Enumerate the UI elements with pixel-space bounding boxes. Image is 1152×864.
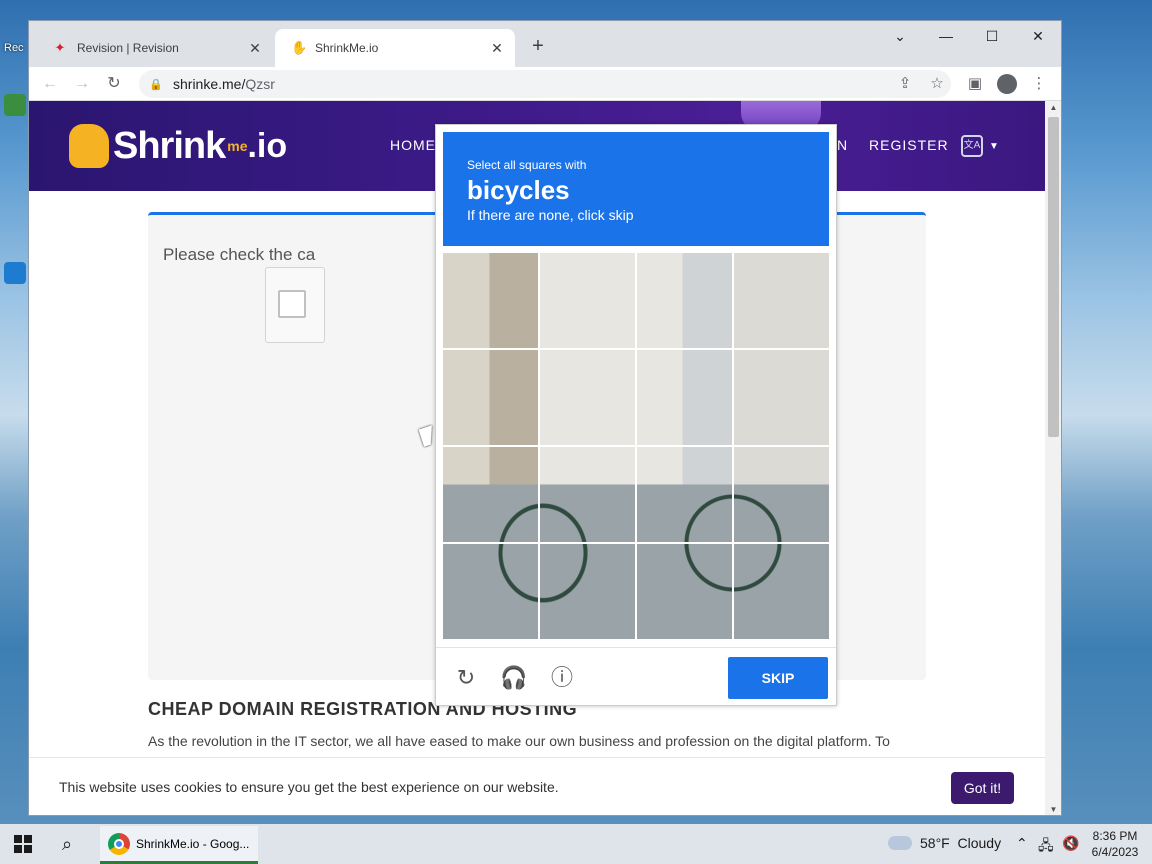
scroll-thumb[interactable]: [1048, 117, 1059, 437]
maximize-button[interactable]: ☐: [969, 21, 1015, 51]
image-tile[interactable]: [540, 544, 635, 639]
minimize-button[interactable]: —: [923, 21, 969, 51]
section-text: As the revolution in the IT sector, we a…: [148, 733, 890, 749]
share-icon[interactable]: ⇪: [893, 72, 917, 96]
image-tile[interactable]: [443, 253, 538, 348]
tab-close-icon[interactable]: ✕: [489, 40, 505, 57]
tray-chevron-icon[interactable]: ⌃: [1016, 835, 1028, 852]
browser-toolbar: ← → ↻ 🔒 shrinke.me/Qzsr ⇪ ☆ ▣ ⋮: [29, 67, 1061, 101]
challenge-image-grid: [443, 253, 829, 639]
volume-muted-icon[interactable]: 🔇: [1062, 835, 1079, 852]
forward-arrow-icon[interactable]: →: [69, 71, 95, 97]
reload-challenge-icon[interactable]: ↻: [452, 664, 480, 692]
new-tab-button[interactable]: +: [527, 35, 549, 57]
tab-close-icon[interactable]: ✕: [247, 40, 263, 57]
shrinkme-logo[interactable]: Shrink me .io: [69, 121, 287, 171]
captcha-challenge: Select all squares with bicycles If ther…: [435, 124, 837, 706]
address-bar[interactable]: 🔒 shrinke.me/Qzsr: [139, 70, 951, 98]
desktop-icon-recycle-bin[interactable]: Rec: [4, 42, 30, 54]
reload-icon[interactable]: ↻: [101, 71, 127, 97]
tab-revision[interactable]: ✦ Revision | Revision ✕: [37, 29, 273, 67]
profile-avatar-icon[interactable]: [995, 72, 1019, 96]
chrome-desktop-icon: [4, 94, 26, 116]
info-icon[interactable]: ⓘ: [548, 664, 576, 692]
tab-shrinkme[interactable]: ✋ ShrinkMe.io ✕: [275, 29, 515, 67]
weather-widget[interactable]: 58°F Cloudy: [888, 835, 1001, 851]
logo-word: Shrink: [113, 124, 226, 167]
audio-challenge-icon[interactable]: 🎧: [500, 664, 528, 692]
page-scrollbar[interactable]: ▲ ▼: [1045, 101, 1061, 815]
instruction-line3: If there are none, click skip: [467, 207, 634, 223]
check-captcha-text: Please check the ca: [163, 245, 316, 264]
search-icon[interactable]: ⌕: [62, 834, 72, 855]
hand-logo-icon: [69, 124, 109, 168]
recaptcha-checkbox[interactable]: [278, 290, 306, 318]
challenge-footer: ↻ 🎧 ⓘ SKIP: [436, 647, 836, 705]
desktop-icon-chrome[interactable]: [4, 94, 30, 118]
image-tile[interactable]: [540, 253, 635, 348]
image-tile[interactable]: [734, 544, 829, 639]
cloud-icon: [888, 836, 912, 850]
scroll-up-icon[interactable]: ▲: [1045, 101, 1061, 115]
back-arrow-icon[interactable]: ←: [37, 71, 63, 97]
image-tile[interactable]: [637, 447, 732, 542]
lock-icon: 🔒: [149, 78, 163, 91]
clock-date: 6/4/2023: [1091, 845, 1139, 859]
logo-me: me: [227, 138, 248, 154]
target-object: bicycles: [467, 175, 570, 205]
logo-io: .io: [247, 126, 288, 165]
nav-login[interactable]: N: [837, 137, 848, 153]
scroll-down-icon[interactable]: ▼: [1045, 803, 1061, 815]
challenge-header: Select all squares with bicycles If ther…: [443, 132, 829, 246]
translate-icon[interactable]: 文A: [961, 135, 983, 157]
tab-title: ShrinkMe.io: [315, 41, 379, 55]
image-tile[interactable]: [637, 544, 732, 639]
windows-start-icon[interactable]: [14, 835, 32, 853]
temperature: 58°F: [920, 835, 950, 851]
tab-strip: ✦ Revision | Revision ✕ ✋ ShrinkMe.io ✕ …: [29, 21, 1061, 67]
revision-favicon-icon: ✦: [54, 40, 66, 55]
image-tile[interactable]: [637, 253, 732, 348]
system-clock[interactable]: 8:36 PM 6/4/2023: [1084, 828, 1146, 860]
cookie-banner: This website uses cookies to ensure you …: [29, 757, 1045, 815]
image-tile[interactable]: [443, 350, 538, 445]
desktop-icon-edge[interactable]: [4, 262, 30, 286]
image-tile[interactable]: [734, 447, 829, 542]
instruction-line1: Select all squares with: [467, 158, 587, 172]
image-tile[interactable]: [540, 350, 635, 445]
taskbar: ⌕ ShrinkMe.io - Goog... 58°F Cloudy ⌃ 🖧 …: [0, 824, 1152, 864]
image-tile[interactable]: [443, 544, 538, 639]
skip-button[interactable]: SKIP: [728, 657, 828, 699]
clock-time: 8:36 PM: [1092, 829, 1138, 843]
edge-desktop-icon: [4, 262, 26, 284]
cookie-accept-button[interactable]: Got it!: [951, 772, 1014, 804]
image-tile[interactable]: [637, 350, 732, 445]
image-tile[interactable]: [443, 447, 538, 542]
taskbar-chrome-app[interactable]: ShrinkMe.io - Goog...: [100, 826, 258, 864]
nav-home[interactable]: HOME: [390, 137, 436, 153]
weather-condition: Cloudy: [957, 835, 1002, 851]
chrome-icon: [108, 832, 130, 855]
image-tile[interactable]: [540, 447, 635, 542]
tab-title: Revision | Revision: [77, 41, 179, 55]
shrinkme-favicon-icon: ✋: [291, 40, 308, 55]
image-tile[interactable]: [734, 350, 829, 445]
kebab-menu-icon[interactable]: ⋮: [1027, 72, 1051, 96]
cookie-text: This website uses cookies to ensure you …: [59, 779, 559, 795]
url-path: Qzsr: [245, 76, 275, 92]
close-window-button[interactable]: ✕: [1015, 21, 1061, 51]
side-panel-icon[interactable]: ▣: [963, 72, 987, 96]
url-host: shrinke.me/: [173, 76, 246, 92]
network-icon[interactable]: 🖧: [1038, 835, 1054, 859]
bookmark-star-icon[interactable]: ☆: [925, 72, 949, 96]
image-tile[interactable]: [734, 253, 829, 348]
taskbar-app-label: ShrinkMe.io - Goog...: [136, 836, 250, 851]
tab-search-chevron-icon[interactable]: ⌄: [877, 21, 923, 51]
recaptcha-widget: [265, 267, 325, 343]
nav-register[interactable]: REGISTER: [869, 137, 949, 153]
desktop-icon-label: Rec: [4, 42, 24, 54]
caret-down-icon[interactable]: ▼: [989, 141, 999, 152]
